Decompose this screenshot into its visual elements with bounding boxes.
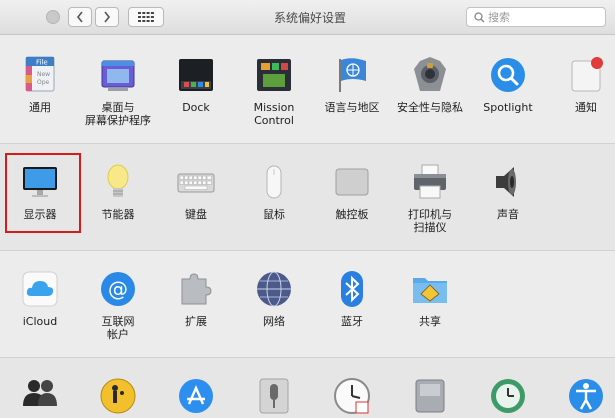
search-field[interactable] — [466, 7, 606, 27]
pane-parental-controls[interactable] — [79, 376, 157, 416]
pane-label: Dock — [182, 101, 210, 114]
pane-sharing[interactable]: 共享 — [391, 269, 469, 328]
preferences-row-2: 显示器 节能器 键盘 鼠标 触控板 打印机与 扫描仪 声音 — [0, 144, 615, 251]
pane-label: 共享 — [419, 315, 441, 328]
pane-accessibility[interactable] — [547, 376, 615, 416]
pane-network[interactable]: 网络 — [235, 269, 313, 328]
sound-icon — [496, 167, 516, 197]
dictation-icon — [259, 378, 289, 414]
keyboard-icon — [177, 173, 215, 193]
svg-text:Ope: Ope — [37, 79, 50, 86]
security-icon — [414, 57, 446, 91]
pane-label: 声音 — [497, 208, 519, 221]
chevron-right-icon — [104, 11, 111, 23]
pane-printers-scanners[interactable]: 打印机与 扫描仪 — [391, 162, 469, 234]
pane-sound[interactable]: 声音 — [469, 162, 547, 221]
accessibility-icon — [569, 379, 603, 413]
desktop-icon — [101, 60, 135, 91]
pane-keyboard[interactable]: 键盘 — [157, 162, 235, 221]
pane-general[interactable]: File New Ope 通用 — [1, 55, 79, 114]
pane-startup-disk[interactable] — [391, 376, 469, 416]
pane-label: 网络 — [263, 315, 285, 328]
pane-label: 触控板 — [335, 208, 369, 221]
pane-time-machine[interactable] — [469, 376, 547, 416]
pane-users-groups[interactable] — [1, 376, 79, 416]
displays-highlight-box — [5, 153, 81, 233]
window-close-button[interactable] — [46, 10, 60, 24]
preferences-row-4 — [0, 358, 615, 418]
pane-security-privacy[interactable]: 安全性与隐私 — [391, 55, 469, 114]
grid-icon — [138, 12, 154, 22]
pane-label: 桌面与 屏幕保护程序 — [85, 101, 151, 127]
pane-icloud[interactable]: iCloud — [1, 269, 79, 328]
svg-text:File: File — [36, 59, 48, 67]
pane-mission-control[interactable]: Mission Control — [235, 55, 313, 127]
pane-label: 键盘 — [185, 208, 207, 221]
show-all-button[interactable] — [128, 7, 164, 27]
pane-label: 扩展 — [185, 315, 207, 328]
pane-label: 通用 — [29, 101, 51, 114]
app-store-icon — [179, 379, 213, 413]
pane-label: 语言与地区 — [324, 101, 380, 114]
pane-language-region[interactable]: 语言与地区 — [313, 55, 391, 114]
internet-accounts-icon: @ — [101, 272, 135, 306]
notifications-icon — [571, 57, 603, 92]
mouse-icon — [266, 165, 282, 199]
pane-app-store[interactable] — [157, 376, 235, 416]
users-icon — [23, 380, 57, 406]
bluetooth-icon — [341, 271, 363, 307]
preferences-row-3: iCloud @ 互联网 帐户 扩展 网络 蓝牙 共享 — [0, 251, 615, 358]
pane-label: 安全性与隐私 — [397, 101, 463, 114]
pane-mouse[interactable]: 鼠标 — [235, 162, 313, 221]
trackpad-icon — [335, 168, 369, 196]
search-icon — [474, 11, 485, 22]
pane-label: 节能器 — [101, 208, 135, 221]
time-machine-icon — [491, 379, 525, 413]
mission-control-icon — [257, 59, 291, 91]
forward-button[interactable] — [95, 7, 119, 27]
pane-trackpad[interactable]: 触控板 — [313, 162, 391, 221]
pane-dock[interactable]: Dock — [157, 55, 235, 114]
pane-bluetooth[interactable]: 蓝牙 — [313, 269, 391, 328]
pane-label: 通知 — [575, 101, 597, 114]
pane-extensions[interactable]: 扩展 — [157, 269, 235, 328]
pane-label: Mission Control — [253, 101, 295, 127]
startup-disk-icon — [415, 379, 445, 413]
pane-notifications[interactable]: 通知 — [547, 55, 615, 114]
preferences-row-1: File New Ope 通用 桌面与 屏幕保护程序 Dock Mission … — [0, 35, 615, 144]
spotlight-icon — [491, 58, 525, 92]
search-input[interactable] — [488, 10, 588, 24]
window-toolbar: 系统偏好设置 — [0, 0, 615, 35]
chevron-left-icon — [76, 11, 83, 23]
energy-saver-icon — [107, 164, 129, 197]
pane-energy-saver[interactable]: 节能器 — [79, 162, 157, 221]
extensions-icon — [181, 273, 212, 305]
general-icon: File New Ope — [25, 56, 55, 92]
pane-dictation-speech[interactable] — [235, 376, 313, 416]
date-time-icon — [334, 378, 370, 414]
parental-controls-icon — [100, 378, 136, 414]
icloud-icon — [22, 271, 58, 307]
svg-text:@: @ — [108, 277, 128, 301]
printer-icon — [414, 164, 446, 199]
back-button[interactable] — [68, 7, 92, 27]
language-icon — [339, 58, 366, 92]
sharing-icon — [413, 278, 447, 303]
dock-icon — [179, 59, 213, 91]
pane-spotlight[interactable]: Spotlight — [469, 55, 547, 114]
pane-label: Spotlight — [483, 101, 533, 114]
pane-internet-accounts[interactable]: @ 互联网 帐户 — [79, 269, 157, 341]
pane-label: iCloud — [22, 315, 58, 328]
window-title: 系统偏好设置 — [273, 11, 346, 25]
pane-label: 蓝牙 — [341, 315, 363, 328]
pane-label: 打印机与 扫描仪 — [408, 208, 452, 234]
svg-text:New: New — [37, 71, 50, 78]
network-icon — [257, 271, 291, 307]
pane-label: 互联网 帐户 — [101, 315, 135, 341]
pane-desktop[interactable]: 桌面与 屏幕保护程序 — [79, 55, 157, 127]
pane-label: 鼠标 — [263, 208, 285, 221]
pane-date-time[interactable] — [313, 376, 391, 416]
